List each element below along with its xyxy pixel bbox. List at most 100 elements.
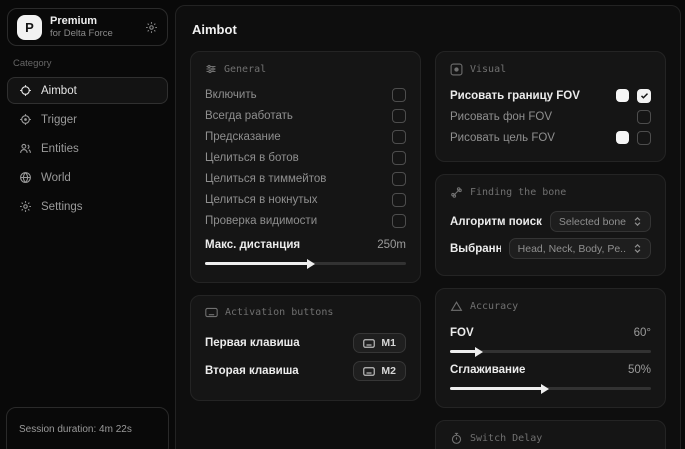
section-title-switch-delay: Switch Delay (470, 433, 542, 444)
session-duration-box: Session duration: 4m 22s (6, 407, 169, 449)
fov-target-label: Рисовать цель FOV (450, 132, 555, 144)
visual-card: Visual Рисовать границу FOV Рисовать фон… (435, 51, 666, 162)
fov-slider[interactable] (450, 350, 651, 353)
triangle-icon (450, 300, 463, 313)
globe-icon (18, 171, 32, 184)
sliders-icon (205, 63, 217, 75)
enable-checkbox[interactable] (392, 88, 406, 102)
brand-text: Premium for Delta Force (50, 15, 137, 40)
smoothing-label: Сглаживание (450, 364, 525, 376)
selected-bones-select[interactable]: Head, Neck, Body, Pe.. (509, 238, 651, 259)
bone-algorithm-row: Алгоритм поиска кости Selected bone (450, 208, 651, 235)
selected-value: Selected bone (559, 216, 626, 228)
fov-border-label: Рисовать границу FOV (450, 90, 580, 102)
key-value: M2 (381, 365, 396, 377)
section-title-bone: Finding the bone (470, 187, 566, 198)
brand-title: Premium (50, 15, 137, 28)
first-key-label: Первая клавиша (205, 337, 300, 349)
sidebar-item-label: Aimbot (41, 85, 77, 97)
switch-delay-card: Switch Delay Задержка переключения Задер… (435, 420, 666, 449)
toggle-label: Целиться в тиммейтов (205, 173, 326, 185)
max-distance-slider[interactable] (205, 262, 406, 265)
toggle-row-aim-teammates: Целиться в тиммейтов (205, 168, 406, 189)
toggle-label: Проверка видимости (205, 215, 317, 227)
section-title-accuracy: Accuracy (470, 301, 518, 312)
fov-label: FOV (450, 327, 474, 339)
general-card: General Включить Всегда работать Предска… (190, 51, 421, 283)
mouse-key-icon (363, 339, 375, 348)
sidebar-item-label: Settings (41, 201, 83, 213)
slider-fill (205, 262, 308, 265)
activation-card: Activation buttons Первая клавиша M1 Вто… (190, 295, 421, 401)
fov-target-checkbox[interactable] (637, 131, 651, 145)
entities-icon (18, 142, 32, 155)
keyboard-icon (205, 307, 218, 318)
timer-icon (450, 432, 463, 445)
sidebar-item-label: Trigger (41, 114, 77, 126)
visibility-check-checkbox[interactable] (392, 214, 406, 228)
bone-icon (450, 186, 463, 199)
sidebar-item-aimbot[interactable]: Aimbot (7, 77, 168, 104)
toggle-label: Предсказание (205, 131, 281, 143)
second-key-row: Вторая клавиша M2 (205, 357, 406, 385)
second-key-bind-button[interactable]: M2 (353, 361, 406, 381)
aim-knocked-checkbox[interactable] (392, 193, 406, 207)
mouse-key-icon (363, 367, 375, 376)
sidebar-item-entities[interactable]: Entities (7, 135, 168, 162)
fov-background-checkbox[interactable] (637, 110, 651, 124)
toggle-row-enable: Включить (205, 84, 406, 105)
toggle-row-aim-knocked: Целиться в нокнутых (205, 189, 406, 210)
eye-icon (450, 63, 463, 76)
aim-bots-checkbox[interactable] (392, 151, 406, 165)
app-logo: P (17, 15, 42, 40)
max-distance-row: Макс. дистанция 250m (205, 234, 406, 255)
section-title-general: General (224, 64, 266, 75)
trigger-icon (18, 113, 32, 126)
toggle-row-prediction: Предсказание (205, 126, 406, 147)
toggle-label: Включить (205, 89, 257, 101)
gear-icon (18, 200, 32, 213)
fov-background-row: Рисовать фон FOV (450, 106, 651, 127)
toggle-label: Целиться в нокнутых (205, 194, 318, 206)
max-distance-label: Макс. дистанция (205, 239, 300, 251)
slider-fill (450, 350, 476, 353)
first-key-bind-button[interactable]: M1 (353, 333, 406, 353)
crosshair-icon (18, 84, 32, 97)
page-title: Aimbot (192, 22, 664, 37)
brand-card: P Premium for Delta Force (7, 8, 168, 46)
fov-border-checkbox[interactable] (637, 89, 651, 103)
always-work-checkbox[interactable] (392, 109, 406, 123)
selected-bones-row: Выбранные кости Head, Neck, Body, Pe.. (450, 235, 651, 262)
fov-border-row: Рисовать границу FOV (450, 85, 651, 106)
sidebar: P Premium for Delta Force Category Aimbo… (0, 0, 175, 449)
fov-value: 60° (634, 327, 651, 339)
sidebar-item-world[interactable]: World (7, 164, 168, 191)
fov-slider-row: FOV 60° (450, 322, 651, 343)
selected-bones-label: Выбранные кости (450, 243, 501, 255)
chevron-up-down-icon (633, 216, 642, 227)
key-value: M1 (381, 337, 396, 349)
fov-border-color-swatch[interactable] (616, 89, 629, 102)
fov-target-color-swatch[interactable] (616, 131, 629, 144)
prediction-checkbox[interactable] (392, 130, 406, 144)
toggle-label: Всегда работать (205, 110, 293, 122)
smoothing-slider[interactable] (450, 387, 651, 390)
smoothing-value: 50% (628, 364, 651, 376)
first-key-row: Первая клавиша M1 (205, 329, 406, 357)
toggle-row-aim-bots: Целиться в ботов (205, 147, 406, 168)
fov-target-row: Рисовать цель FOV (450, 127, 651, 148)
fov-background-label: Рисовать фон FOV (450, 111, 552, 123)
sidebar-item-trigger[interactable]: Trigger (7, 106, 168, 133)
settings-gear-icon[interactable] (145, 21, 158, 34)
second-key-label: Вторая клавиша (205, 365, 299, 377)
smoothing-slider-row: Сглаживание 50% (450, 359, 651, 380)
toggle-label: Целиться в ботов (205, 152, 299, 164)
toggle-row-always-work: Всегда работать (205, 105, 406, 126)
sidebar-item-settings[interactable]: Settings (7, 193, 168, 220)
bone-algorithm-select[interactable]: Selected bone (550, 211, 651, 232)
bone-card: Finding the bone Алгоритм поиска кости S… (435, 174, 666, 276)
slider-fill (450, 387, 542, 390)
section-title-activation: Activation buttons (225, 307, 333, 318)
aim-teammates-checkbox[interactable] (392, 172, 406, 186)
sidebar-item-label: Entities (41, 143, 79, 155)
